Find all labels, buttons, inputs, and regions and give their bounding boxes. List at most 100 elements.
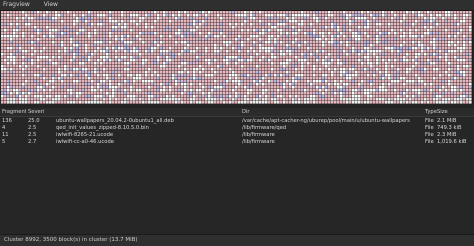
cluster-cell[interactable] xyxy=(70,41,73,44)
cluster-cell[interactable] xyxy=(307,101,310,104)
cluster-cell[interactable] xyxy=(445,23,448,26)
cluster-cell[interactable] xyxy=(88,92,91,95)
cluster-cell[interactable] xyxy=(58,11,61,14)
cluster-cell[interactable] xyxy=(7,65,10,68)
cluster-cell[interactable] xyxy=(40,11,43,14)
cluster-cell[interactable] xyxy=(454,80,457,83)
cluster-cell[interactable] xyxy=(436,83,439,86)
cluster-cell[interactable] xyxy=(232,53,235,56)
cluster-cell[interactable] xyxy=(79,68,82,71)
cluster-cell[interactable] xyxy=(244,80,247,83)
cluster-cell[interactable] xyxy=(412,65,415,68)
cluster-cell[interactable] xyxy=(424,41,427,44)
cluster-cell[interactable] xyxy=(424,74,427,77)
cluster-cell[interactable] xyxy=(112,98,115,101)
cluster-cell[interactable] xyxy=(349,44,352,47)
cluster-cell[interactable] xyxy=(268,29,271,32)
cluster-cell[interactable] xyxy=(340,17,343,20)
cluster-cell[interactable] xyxy=(19,74,22,77)
cluster-cell[interactable] xyxy=(376,56,379,59)
cluster-cell[interactable] xyxy=(352,101,355,104)
cluster-cell[interactable] xyxy=(439,89,442,92)
cluster-cell[interactable] xyxy=(316,59,319,62)
cluster-cell[interactable] xyxy=(193,77,196,80)
cluster-cell[interactable] xyxy=(109,101,112,104)
cluster-cell[interactable] xyxy=(448,62,451,65)
cluster-cell[interactable] xyxy=(163,92,166,95)
cluster-cell[interactable] xyxy=(379,11,382,14)
cluster-cell[interactable] xyxy=(397,80,400,83)
cluster-cell[interactable] xyxy=(22,74,25,77)
cluster-cell[interactable] xyxy=(463,101,466,104)
cluster-cell[interactable] xyxy=(208,56,211,59)
cluster-cell[interactable] xyxy=(76,71,79,74)
cluster-cell[interactable] xyxy=(340,80,343,83)
cluster-cell[interactable] xyxy=(193,14,196,17)
cluster-cell[interactable] xyxy=(160,56,163,59)
cluster-cell[interactable] xyxy=(97,20,100,23)
cluster-cell[interactable] xyxy=(22,47,25,50)
cluster-cell[interactable] xyxy=(109,11,112,14)
cluster-cell[interactable] xyxy=(295,29,298,32)
cluster-cell[interactable] xyxy=(433,56,436,59)
cluster-cell[interactable] xyxy=(91,53,94,56)
cluster-cell[interactable] xyxy=(115,53,118,56)
cluster-cell[interactable] xyxy=(190,89,193,92)
cluster-cell[interactable] xyxy=(466,68,469,71)
cluster-cell[interactable] xyxy=(85,47,88,50)
cluster-cell[interactable] xyxy=(295,56,298,59)
cluster-cell[interactable] xyxy=(259,71,262,74)
cluster-cell[interactable] xyxy=(283,74,286,77)
cluster-cell[interactable] xyxy=(385,74,388,77)
cluster-cell[interactable] xyxy=(226,50,229,53)
cluster-cell[interactable] xyxy=(367,83,370,86)
cluster-cell[interactable] xyxy=(163,83,166,86)
cluster-cell[interactable] xyxy=(34,23,37,26)
cluster-cell[interactable] xyxy=(262,95,265,98)
cluster-cell[interactable] xyxy=(130,23,133,26)
cluster-cell[interactable] xyxy=(247,71,250,74)
cluster-cell[interactable] xyxy=(358,98,361,101)
cluster-cell[interactable] xyxy=(163,86,166,89)
cluster-cell[interactable] xyxy=(298,74,301,77)
cluster-cell[interactable] xyxy=(250,74,253,77)
cluster-cell[interactable] xyxy=(427,38,430,41)
cluster-cell[interactable] xyxy=(376,92,379,95)
cluster-cell[interactable] xyxy=(28,35,31,38)
cluster-cell[interactable] xyxy=(280,65,283,68)
cluster-cell[interactable] xyxy=(94,71,97,74)
cluster-cell[interactable] xyxy=(328,47,331,50)
cluster-cell[interactable] xyxy=(229,83,232,86)
cluster-cell[interactable] xyxy=(190,38,193,41)
cluster-cell[interactable] xyxy=(4,38,7,41)
cluster-cell[interactable] xyxy=(376,20,379,23)
cluster-cell[interactable] xyxy=(412,26,415,29)
cluster-cell[interactable] xyxy=(373,35,376,38)
cluster-cell[interactable] xyxy=(187,38,190,41)
cluster-cell[interactable] xyxy=(103,95,106,98)
cluster-cell[interactable] xyxy=(454,62,457,65)
cluster-cell[interactable] xyxy=(235,26,238,29)
cluster-cell[interactable] xyxy=(445,38,448,41)
cluster-cell[interactable] xyxy=(160,23,163,26)
cluster-cell[interactable] xyxy=(37,62,40,65)
cluster-cell[interactable] xyxy=(340,50,343,53)
cluster-cell[interactable] xyxy=(466,17,469,20)
cluster-cell[interactable] xyxy=(409,56,412,59)
cluster-cell[interactable] xyxy=(391,38,394,41)
cluster-cell[interactable] xyxy=(250,68,253,71)
cluster-cell[interactable] xyxy=(376,35,379,38)
cluster-cell[interactable] xyxy=(100,47,103,50)
cluster-cell[interactable] xyxy=(322,101,325,104)
cluster-cell[interactable] xyxy=(58,80,61,83)
cluster-cell[interactable] xyxy=(109,50,112,53)
cluster-cell[interactable] xyxy=(388,32,391,35)
cluster-cell[interactable] xyxy=(154,56,157,59)
cluster-cell[interactable] xyxy=(217,65,220,68)
cluster-cell[interactable] xyxy=(298,62,301,65)
cluster-cell[interactable] xyxy=(313,80,316,83)
cluster-cell[interactable] xyxy=(106,95,109,98)
cluster-cell[interactable] xyxy=(88,80,91,83)
cluster-cell[interactable] xyxy=(211,56,214,59)
cluster-cell[interactable] xyxy=(220,89,223,92)
